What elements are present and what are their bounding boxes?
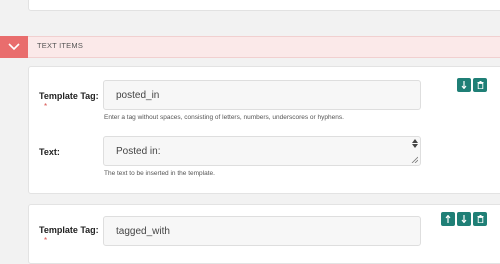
template-tag-input[interactable]: posted_in (103, 80, 421, 110)
move-down-button[interactable] (457, 78, 471, 92)
text-item-card: Template Tag: * posted_in Enter a tag wi… (28, 66, 500, 194)
delete-button[interactable] (473, 212, 487, 226)
previous-section-box (28, 0, 500, 11)
required-marker: * (44, 102, 48, 111)
move-up-icon (445, 215, 451, 223)
text-textarea[interactable]: Posted in: (103, 136, 421, 166)
trash-icon (477, 215, 483, 223)
textarea-scroll-arrows[interactable] (412, 139, 418, 148)
template-tag-label: Template Tag: (39, 225, 99, 235)
text-help: The text to be inserted in the template. (104, 170, 215, 177)
section-title: TEXT ITEMS (37, 41, 84, 50)
text-value: Posted in: (116, 146, 161, 157)
move-up-button[interactable] (441, 212, 455, 226)
move-down-icon (461, 81, 467, 89)
template-tag-input[interactable]: tagged_with (103, 216, 421, 246)
collapse-toggle-button[interactable] (0, 36, 28, 58)
delete-button[interactable] (473, 78, 487, 92)
required-marker: * (44, 236, 48, 245)
chevron-down-icon (8, 43, 20, 51)
arrow-up-icon[interactable] (412, 139, 418, 143)
template-tag-help: Enter a tag without spaces, consisting o… (104, 114, 344, 121)
item-actions (441, 212, 487, 226)
template-tag-value: tagged_with (116, 226, 170, 237)
template-tag-label: Template Tag: (39, 91, 99, 101)
template-tag-value: posted_in (116, 90, 160, 101)
arrow-down-icon[interactable] (412, 144, 418, 148)
text-items-section-header[interactable]: TEXT ITEMS (0, 36, 500, 58)
text-label: Text: (39, 147, 60, 157)
item-actions (457, 78, 487, 92)
move-down-button[interactable] (457, 212, 471, 226)
trash-icon (477, 81, 483, 89)
text-item-card: Template Tag: * tagged_with (28, 204, 500, 264)
resize-handle-icon[interactable] (411, 156, 418, 163)
move-down-icon (461, 215, 467, 223)
